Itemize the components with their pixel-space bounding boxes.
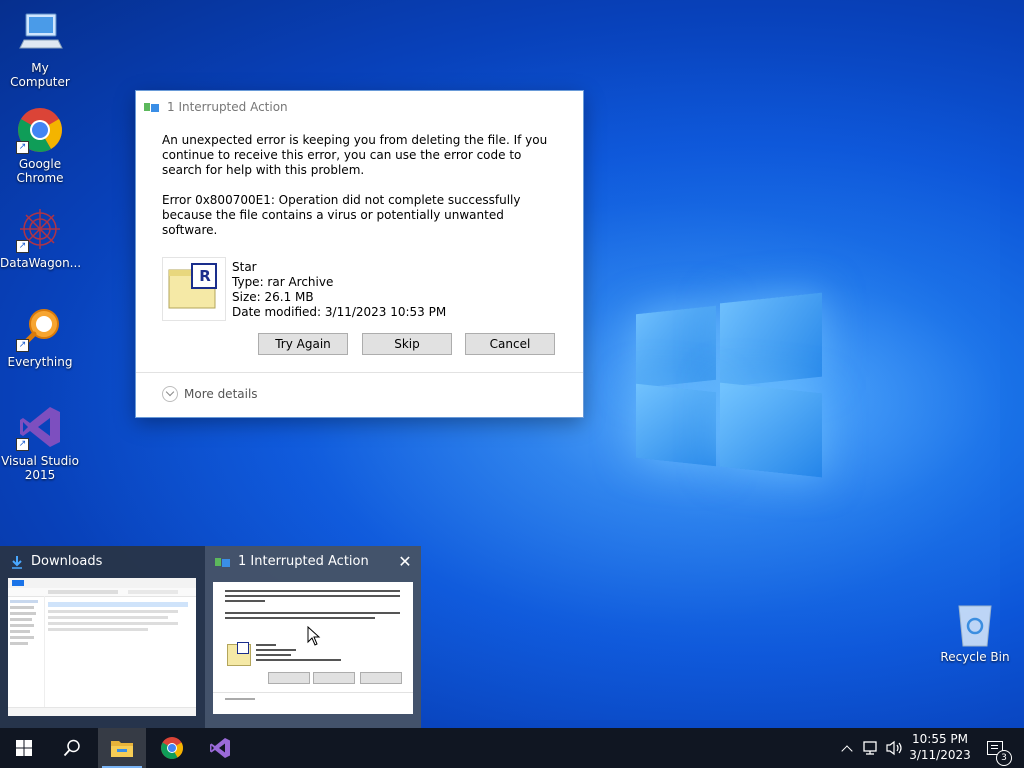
- windows-start-icon: [16, 740, 32, 756]
- desktop-icon-everything[interactable]: ↗ Everything: [0, 304, 80, 369]
- desktop-icon-label: Google Chrome: [16, 157, 64, 185]
- desktop-icon-label: My Computer: [10, 61, 70, 89]
- recycle-bin-icon: [955, 600, 995, 648]
- folder-icon: [111, 741, 133, 757]
- desktop-icon-label: Visual Studio 2015: [1, 454, 79, 482]
- system-clock[interactable]: 10:55 PM 3/11/2023: [900, 731, 980, 763]
- network-button[interactable]: [860, 728, 882, 768]
- desktop-icon-label: DataWagon...: [0, 256, 82, 270]
- desktop-icon-label: Recycle Bin: [940, 650, 1010, 664]
- datawagon-icon: ↗: [16, 205, 64, 253]
- chevron-up-icon: [841, 744, 853, 757]
- desktop-icon-google-chrome[interactable]: ↗ Google Chrome: [0, 106, 80, 185]
- search-button[interactable]: [48, 728, 96, 768]
- cancel-button[interactable]: Cancel: [465, 333, 555, 355]
- chrome-icon: [161, 737, 183, 759]
- desktop-icon-label: Everything: [7, 355, 73, 369]
- dialog-thumbnail: [213, 582, 413, 714]
- file-operation-icon: [215, 556, 231, 568]
- shortcut-arrow-icon: ↗: [16, 141, 29, 154]
- file-operation-icon: [144, 101, 160, 113]
- computer-icon: [16, 10, 64, 58]
- download-arrow-icon: [10, 555, 24, 569]
- taskbar-visual-studio[interactable]: [196, 728, 244, 768]
- divider: [136, 372, 583, 373]
- try-again-button[interactable]: Try Again: [258, 333, 348, 355]
- desktop-icon-datawagon[interactable]: ↗ DataWagon...: [0, 205, 82, 270]
- network-icon: [863, 741, 877, 755]
- taskbar-thumbnail-preview: Downloads 1 Interrupted Action ✕: [0, 546, 421, 728]
- preview-title: 1 Interrupted Action: [238, 554, 369, 569]
- preview-title: Downloads: [31, 554, 103, 569]
- start-button[interactable]: [0, 728, 48, 768]
- desktop-icon-recycle-bin[interactable]: Recycle Bin: [940, 600, 1010, 664]
- desktop-icon-my-computer[interactable]: My Computer: [0, 10, 80, 89]
- file-info: R Star Type: rar Archive Size: 26.1 MB D…: [162, 257, 446, 321]
- preview-interrupted-action[interactable]: 1 Interrupted Action ✕: [205, 546, 421, 728]
- chevron-down-icon: [162, 386, 178, 402]
- rar-archive-icon: R: [162, 257, 226, 321]
- dialog-titlebar: 1 Interrupted Action: [144, 99, 288, 115]
- more-details-toggle[interactable]: More details: [162, 386, 258, 402]
- visual-studio-icon: ↗: [16, 403, 64, 451]
- file-modified: Date modified: 3/11/2023 10:53 PM: [232, 305, 447, 319]
- error-code-message: Error 0x800700E1: Operation did not comp…: [162, 193, 521, 237]
- mouse-cursor-icon: [307, 625, 321, 649]
- notification-count-badge: 3: [996, 750, 1012, 766]
- file-name: Star: [232, 260, 257, 274]
- more-details-label: More details: [184, 387, 258, 401]
- everything-search-icon: ↗: [16, 304, 64, 352]
- skip-button[interactable]: Skip: [362, 333, 452, 355]
- shortcut-arrow-icon: ↗: [16, 240, 29, 253]
- desktop-icon-visual-studio[interactable]: ↗ Visual Studio 2015: [0, 403, 80, 482]
- file-size: Size: 26.1 MB: [232, 290, 314, 304]
- interrupted-action-dialog: 1 Interrupted Action An unexpected error…: [136, 91, 583, 417]
- file-type: Type: rar Archive: [232, 275, 334, 289]
- taskbar: 10:55 PM 3/11/2023 3: [0, 728, 1024, 768]
- search-icon: [63, 739, 80, 757]
- show-hidden-icons-button[interactable]: [838, 728, 856, 768]
- shortcut-arrow-icon: ↗: [16, 438, 29, 451]
- clock-date: 3/11/2023: [909, 748, 971, 762]
- visual-studio-icon: [210, 738, 230, 758]
- taskbar-chrome[interactable]: [148, 728, 196, 768]
- clock-time: 10:55 PM: [912, 732, 968, 746]
- close-icon[interactable]: ✕: [397, 554, 413, 570]
- taskbar-file-explorer[interactable]: [98, 728, 146, 768]
- shortcut-arrow-icon: ↗: [16, 339, 29, 352]
- explorer-thumbnail: [8, 578, 196, 716]
- preview-downloads[interactable]: Downloads: [0, 546, 205, 728]
- error-message: An unexpected error is keeping you from …: [162, 133, 548, 177]
- chrome-icon: ↗: [16, 106, 64, 154]
- windows-logo-wallpaper: [636, 288, 822, 480]
- action-center-button[interactable]: 3: [980, 728, 1012, 768]
- dialog-title: 1 Interrupted Action: [167, 100, 288, 114]
